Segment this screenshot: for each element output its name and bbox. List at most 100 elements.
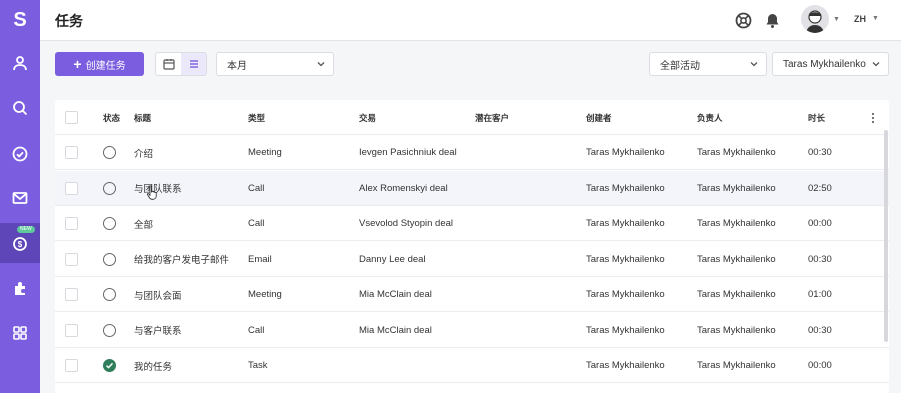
task-creator-cell: Taras Mykhailenko — [586, 182, 665, 194]
task-deal-cell[interactable]: Danny Lee deal — [359, 242, 426, 277]
language-caret-icon[interactable]: ▼ — [872, 15, 879, 22]
support-icon[interactable] — [735, 12, 752, 29]
table-row[interactable]: 我的任务 Task Taras Mykhailenko Taras Mykhailen… — [55, 348, 889, 383]
column-status[interactable]: 状态 — [103, 100, 120, 135]
row-checkbox[interactable] — [65, 323, 78, 337]
activity-select-value: 全部活动 — [660, 60, 700, 72]
tasks-check-icon[interactable] — [0, 134, 40, 174]
row-checkbox[interactable] — [65, 252, 78, 266]
chevron-down-icon — [872, 62, 880, 67]
task-creator-cell: Taras Mykhailenko — [586, 360, 665, 371]
list-view-button[interactable] — [181, 53, 206, 75]
view-toggle — [155, 52, 207, 76]
status-toggle-icon[interactable] — [103, 288, 116, 301]
column-title[interactable]: 标题 — [134, 100, 151, 135]
task-creator-cell: Taras Mykhailenko — [586, 147, 665, 158]
column-assignee[interactable]: 负责人 — [697, 100, 723, 135]
top-header: 任务 ▼ ZH ▼ — [40, 0, 901, 41]
avatar-caret-icon[interactable]: ▼ — [833, 16, 840, 23]
table-row[interactable]: 与团队会面 Meeting Mia McClain deal Taras Mykhai… — [55, 277, 889, 312]
table-row[interactable]: 全部 Call Vsevolod Styopin deal Taras Mykhail… — [55, 206, 889, 241]
table-row[interactable]: 给我的客户发电子邮件 Email Danny Lee deal Taras Mykha… — [55, 242, 889, 277]
page-title: 任务 — [55, 13, 83, 29]
hand-cursor-icon — [146, 185, 157, 200]
bell-icon[interactable] — [764, 12, 781, 29]
chevron-down-icon — [317, 62, 325, 67]
calendar-view-button[interactable] — [156, 53, 181, 75]
svg-text:$: $ — [18, 240, 23, 249]
row-checkbox[interactable] — [65, 288, 78, 301]
task-title-cell[interactable]: 给我的客户发电子邮件 — [134, 242, 229, 277]
task-deal-cell[interactable]: Alex Romenskyi deal — [359, 171, 448, 206]
mail-icon[interactable] — [0, 178, 40, 218]
select-all-checkbox[interactable] — [65, 111, 78, 124]
task-type-cell: Call — [248, 324, 265, 336]
search-icon[interactable] — [0, 88, 40, 128]
task-creator-cell: Taras Mykhailenko — [586, 289, 665, 300]
column-lead[interactable]: 潜在客户 — [475, 100, 509, 135]
task-type-cell: Meeting — [248, 147, 282, 158]
task-deal-cell[interactable]: Mia McClain deal — [359, 277, 432, 312]
task-creator-cell: Taras Mykhailenko — [586, 253, 665, 265]
column-duration[interactable]: 时长 — [808, 100, 825, 135]
status-complete-icon[interactable] — [103, 359, 116, 372]
owner-select[interactable]: Taras Mykhailenko — [772, 52, 889, 76]
row-checkbox[interactable] — [65, 217, 78, 230]
task-assignee-cell: Taras Mykhailenko — [697, 253, 776, 265]
app-logo[interactable]: S — [0, 0, 40, 40]
create-task-label: 创建任务 — [85, 60, 126, 72]
column-type[interactable]: 类型 — [248, 100, 265, 135]
table-row[interactable]: 介绍 Meeting Ievgen Pasichniuk deal Taras Myk… — [55, 135, 889, 170]
avatar-face-icon — [806, 10, 824, 33]
task-type-cell: Call — [248, 182, 265, 194]
task-type-cell: Call — [248, 218, 265, 229]
row-checkbox[interactable] — [65, 359, 78, 372]
task-duration-cell: 00:30 — [808, 324, 832, 336]
owner-select-value: Taras Mykhailenko — [783, 58, 866, 70]
status-toggle-icon[interactable] — [103, 181, 116, 195]
avatar[interactable] — [801, 5, 829, 33]
task-deal-cell[interactable]: Vsevolod Styopin deal — [359, 206, 453, 241]
task-deal-cell[interactable]: Mia McClain deal — [359, 313, 432, 348]
status-toggle-icon[interactable] — [103, 146, 116, 159]
task-duration-cell: 00:30 — [808, 253, 832, 265]
status-toggle-icon[interactable] — [103, 323, 116, 337]
task-title-cell[interactable]: 介绍 — [134, 135, 153, 170]
column-creator[interactable]: 创建者 — [586, 100, 612, 135]
task-type-cell: Task — [248, 360, 268, 371]
row-checkbox[interactable] — [65, 181, 78, 195]
task-title-cell[interactable]: 与客户联系 — [134, 313, 182, 348]
task-creator-cell: Taras Mykhailenko — [586, 324, 665, 336]
activity-select[interactable]: 全部活动 — [649, 52, 767, 76]
task-duration-cell: 00:00 — [808, 360, 832, 371]
sidebar: S NEW $ — [0, 0, 40, 393]
column-options-icon[interactable] — [870, 111, 876, 125]
table-row[interactable]: 与团队联系 Call Alex Romenskyi deal Taras Mykhai… — [55, 170, 889, 206]
period-select[interactable]: 本月 — [216, 52, 334, 76]
language-switch[interactable]: ZH — [854, 14, 866, 24]
deals-dollar-icon[interactable]: NEW $ — [0, 223, 40, 263]
calendar-icon — [162, 59, 175, 70]
task-assignee-cell: Taras Mykhailenko — [697, 324, 776, 336]
chevron-down-icon — [750, 62, 758, 67]
task-title-cell[interactable]: 我的任务 — [134, 348, 172, 383]
status-toggle-icon[interactable] — [103, 252, 116, 266]
task-assignee-cell: Taras Mykhailenko — [697, 218, 776, 229]
contacts-icon[interactable] — [0, 43, 40, 83]
integrations-puzzle-icon[interactable] — [0, 268, 40, 308]
task-title-cell[interactable]: 与团队会面 — [134, 277, 182, 312]
row-checkbox[interactable] — [65, 146, 78, 159]
table-scrollbar[interactable] — [884, 130, 888, 342]
task-type-cell: Email — [248, 253, 272, 265]
period-select-value: 本月 — [227, 60, 247, 72]
apps-grid-icon[interactable] — [0, 313, 40, 353]
task-assignee-cell: Taras Mykhailenko — [697, 289, 776, 300]
create-task-button[interactable]: + 创建任务 — [55, 52, 144, 76]
task-assignee-cell: Taras Mykhailenko — [697, 360, 776, 371]
new-badge: NEW — [17, 226, 35, 233]
task-deal-cell[interactable]: Ievgen Pasichniuk deal — [359, 135, 457, 170]
column-deal[interactable]: 交易 — [359, 100, 376, 135]
table-row[interactable]: 与客户联系 Call Mia McClain deal Taras Mykhailen… — [55, 313, 889, 348]
status-toggle-icon[interactable] — [103, 217, 116, 230]
task-title-cell[interactable]: 全部 — [134, 206, 153, 241]
